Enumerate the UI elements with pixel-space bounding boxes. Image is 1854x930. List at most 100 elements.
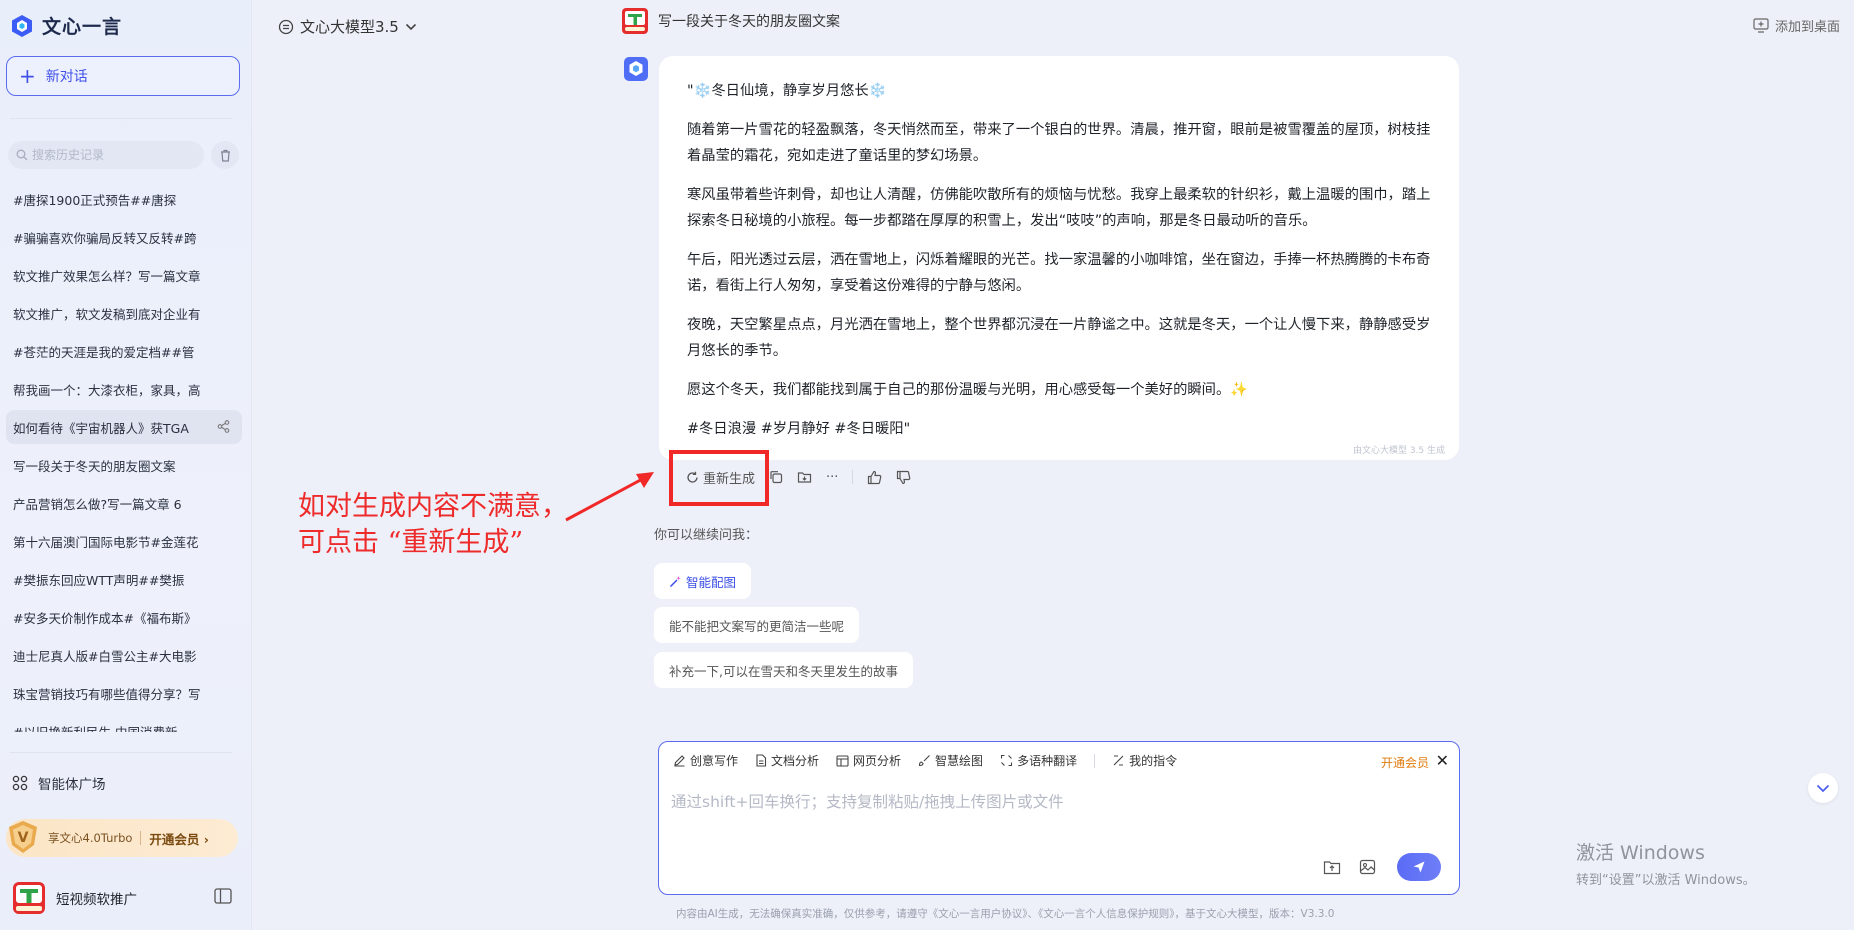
- add-to-desktop-button[interactable]: 添加到桌面: [1753, 16, 1840, 35]
- history-item[interactable]: #樊振东回应WTT声明##樊振: [6, 562, 242, 596]
- history-item-label: #苍茫的天涯是我的爱定档##管: [13, 344, 195, 360]
- vip-text: 享文心4.0Turbo: [48, 831, 133, 845]
- tool-translation[interactable]: 多语种翻译: [1000, 752, 1077, 769]
- delete-history-button[interactable]: [211, 141, 239, 169]
- history-item[interactable]: 软文推广，软文发稿到底对企业有: [6, 296, 242, 330]
- tool-document-analysis[interactable]: 文档分析: [755, 752, 819, 769]
- brush-icon: [918, 755, 930, 767]
- model-icon: [278, 19, 294, 34]
- close-icon[interactable]: ✕: [1436, 751, 1449, 770]
- message-paragraph: "❄️冬日仙境，静享岁月悠长❄️: [687, 83, 887, 99]
- webpage-icon: [836, 754, 849, 767]
- search-icon: [16, 149, 28, 161]
- send-button[interactable]: [1397, 853, 1441, 881]
- brand[interactable]: 文心一言: [10, 12, 122, 39]
- chat-composer: 创意写作 文档分析 网页分析 智慧绘图 多语种翻译 我的指令 开通会员 ✕: [658, 741, 1460, 895]
- tool-smart-drawing[interactable]: 智慧绘图: [918, 752, 983, 769]
- history-item-label: 产品营销怎么做?写一篇文章 6: [13, 496, 182, 512]
- pen-icon: [674, 755, 685, 767]
- chevron-down-icon: [1816, 784, 1830, 792]
- annotation-callout: 如对生成内容不满意， 可点击 “重新生成”: [298, 489, 568, 561]
- history-item-label: 软文推广，软文发稿到底对企业有: [13, 306, 201, 322]
- suggestion-chip[interactable]: 补充一下,可以在雪天和冬天里发生的故事: [654, 652, 913, 688]
- history-search-input[interactable]: [32, 148, 202, 162]
- divider: [852, 470, 854, 484]
- divider: [140, 831, 142, 845]
- trash-icon: [220, 149, 230, 162]
- history-item[interactable]: 帮我画一个：大漆衣柜，家具，高: [6, 372, 242, 406]
- history-item-label: #安多天价制作成本#《福布斯》: [13, 610, 197, 626]
- tool-my-instructions[interactable]: 我的指令: [1112, 752, 1177, 769]
- generated-by-note: 由文心大模型 3.5 生成: [1352, 446, 1445, 456]
- plus-icon: +: [19, 64, 36, 88]
- history-item[interactable]: 软文推广效果怎么样？写一篇文章: [6, 258, 242, 292]
- smart-image-chip[interactable]: 智能配图: [654, 563, 752, 599]
- history-item[interactable]: 迪士尼真人版#白雪公主#大电影: [6, 638, 242, 672]
- grid-icon: [12, 775, 28, 791]
- history-item-label: #骗骗喜欢你骗局反转又反转#跨: [13, 230, 197, 246]
- history-item[interactable]: 如何看待《宇宙机器人》获TGA: [6, 410, 242, 444]
- vip-banner[interactable]: V 享文心4.0Turbo 开通会员 ›: [6, 819, 238, 857]
- user-name: 短视频软推广: [56, 892, 137, 908]
- vip-badge-icon: V: [9, 821, 37, 853]
- history-item[interactable]: 产品营销怎么做?写一篇文章 6: [6, 486, 242, 520]
- sidebar-toggle-icon[interactable]: [214, 888, 232, 904]
- conversation-title: 写一段关于冬天的朋友圈文案: [622, 8, 840, 34]
- tool-label: 我的指令: [1129, 754, 1178, 768]
- ai-avatar-icon: [624, 57, 648, 81]
- new-chat-label: 新对话: [45, 69, 88, 85]
- divider: [1094, 753, 1096, 768]
- more-options-button[interactable]: ···: [826, 470, 838, 485]
- history-item-label: 软文推广效果怎么样？写一篇文章: [13, 268, 201, 284]
- svg-text:V: V: [18, 830, 29, 846]
- upload-file-icon[interactable]: [1323, 859, 1341, 875]
- open-vip-link[interactable]: 开通会员 ›: [149, 829, 209, 848]
- divider: [10, 752, 232, 753]
- message-paragraph: 寒风虽带着些许刺骨，却也让人清醒，仿佛能吹散所有的烦恼与忧愁。我穿上最柔软的针织…: [687, 187, 1431, 229]
- history-item[interactable]: #苍茫的天涯是我的爱定档##管: [6, 334, 242, 368]
- tool-creative-writing[interactable]: 创意写作: [673, 752, 738, 769]
- thumbs-up-icon[interactable]: [867, 470, 882, 485]
- user-avatar-small: [622, 8, 648, 34]
- history-item[interactable]: #安多天价制作成本#《福布斯》: [6, 600, 242, 634]
- chevron-down-icon: [405, 23, 416, 30]
- history-item[interactable]: 第十六届澳门国际电影节#金莲花: [6, 524, 242, 558]
- watermark-line: 激活 Windows: [1576, 842, 1705, 864]
- thumbs-down-icon[interactable]: [896, 470, 911, 485]
- message-paragraph: 愿这个冬天，我们都能找到属于自己的那份温暖与光明，用心感受每一个美好的瞬间。✨: [687, 382, 1249, 398]
- tool-webpage-analysis[interactable]: 网页分析: [836, 752, 901, 769]
- wenxin-logo-icon: [12, 14, 32, 37]
- magic-wand-icon: [669, 575, 681, 587]
- model-name: 文心大模型3.5: [300, 18, 399, 36]
- ai-message-card: "❄️冬日仙境，静享岁月悠长❄️ 随着第一片雪花的轻盈飘落，冬天悄然而至，带来了…: [659, 56, 1459, 460]
- open-vip-button[interactable]: 开通会员: [1381, 754, 1429, 771]
- history-item-label: 迪士尼真人版#白雪公主#大电影: [13, 648, 197, 664]
- new-chat-button[interactable]: + 新对话: [6, 56, 240, 96]
- suggestion-chip[interactable]: 能不能把文案写的更简洁一些呢: [654, 607, 860, 643]
- upload-image-icon[interactable]: [1359, 859, 1376, 875]
- user-profile[interactable]: 短视频软推广: [12, 880, 236, 916]
- document-icon: [756, 754, 767, 767]
- divider: [10, 118, 232, 119]
- history-item-label: #唐探1900正式预告##唐探: [13, 192, 177, 208]
- agent-plaza-link[interactable]: 智能体广场: [12, 773, 106, 793]
- history-item-label: #以旧换新利民生 中国消费新: [13, 724, 178, 733]
- add-to-desktop-label: 添加到桌面: [1774, 20, 1840, 35]
- model-selector[interactable]: 文心大模型3.5: [278, 16, 417, 37]
- history-item[interactable]: #以旧换新利民生 中国消费新: [6, 714, 242, 733]
- send-icon: [1413, 861, 1425, 873]
- history-item[interactable]: #唐探1900正式预告##唐探: [6, 182, 242, 216]
- history-item[interactable]: #骗骗喜欢你骗局反转又反转#跨: [6, 220, 242, 254]
- scroll-to-bottom-button[interactable]: [1808, 773, 1838, 803]
- chat-input[interactable]: [671, 790, 1441, 840]
- history-item-label: 珠宝营销技巧有哪些值得分享？写: [13, 686, 201, 702]
- history-item[interactable]: 珠宝营销技巧有哪些值得分享？写: [6, 676, 242, 710]
- save-to-folder-icon[interactable]: [797, 470, 812, 484]
- copy-icon[interactable]: [769, 470, 783, 484]
- windows-activation-watermark: 激活 Windows 转到“设置”以激活 Windows。: [1576, 838, 1756, 888]
- history-item-label: 第十六届澳门国际电影节#金莲花: [13, 534, 199, 550]
- annotation-arrow-icon: [565, 472, 654, 522]
- share-icon[interactable]: [217, 420, 230, 433]
- history-item[interactable]: 写一段关于冬天的朋友圈文案: [6, 448, 242, 482]
- tool-label: 多语种翻译: [1017, 754, 1078, 768]
